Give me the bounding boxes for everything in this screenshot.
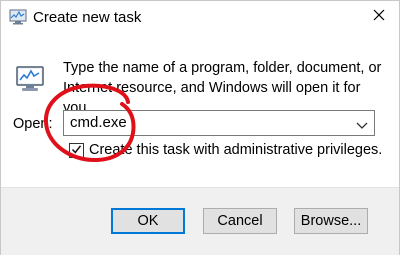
browse-button[interactable]: Browse... bbox=[294, 208, 368, 234]
window-title: Create new task bbox=[33, 9, 142, 26]
open-combobox[interactable]: cmd.exe bbox=[63, 110, 375, 136]
admin-privileges-label[interactable]: Create this task with administrative pri… bbox=[89, 142, 382, 158]
checkmark-icon bbox=[71, 142, 82, 160]
cancel-button[interactable]: Cancel bbox=[203, 208, 277, 234]
button-bar: OK Cancel Browse... bbox=[1, 187, 399, 255]
close-icon bbox=[373, 8, 385, 26]
dialog-body: Type the name of a program, folder, docu… bbox=[1, 34, 399, 187]
open-input-value[interactable]: cmd.exe bbox=[70, 114, 127, 131]
admin-privileges-checkbox[interactable] bbox=[69, 143, 84, 158]
close-button[interactable] bbox=[365, 4, 393, 30]
create-new-task-dialog: Create new task Type the name of a progr… bbox=[0, 0, 400, 255]
chevron-down-icon[interactable] bbox=[356, 118, 368, 129]
open-label: Open: bbox=[13, 116, 53, 132]
task-manager-icon bbox=[9, 9, 27, 25]
title-bar[interactable]: Create new task bbox=[1, 1, 399, 34]
task-manager-monitor-icon bbox=[15, 64, 45, 94]
ok-button[interactable]: OK bbox=[111, 208, 185, 234]
instructions-text: Type the name of a program, folder, docu… bbox=[63, 60, 382, 116]
